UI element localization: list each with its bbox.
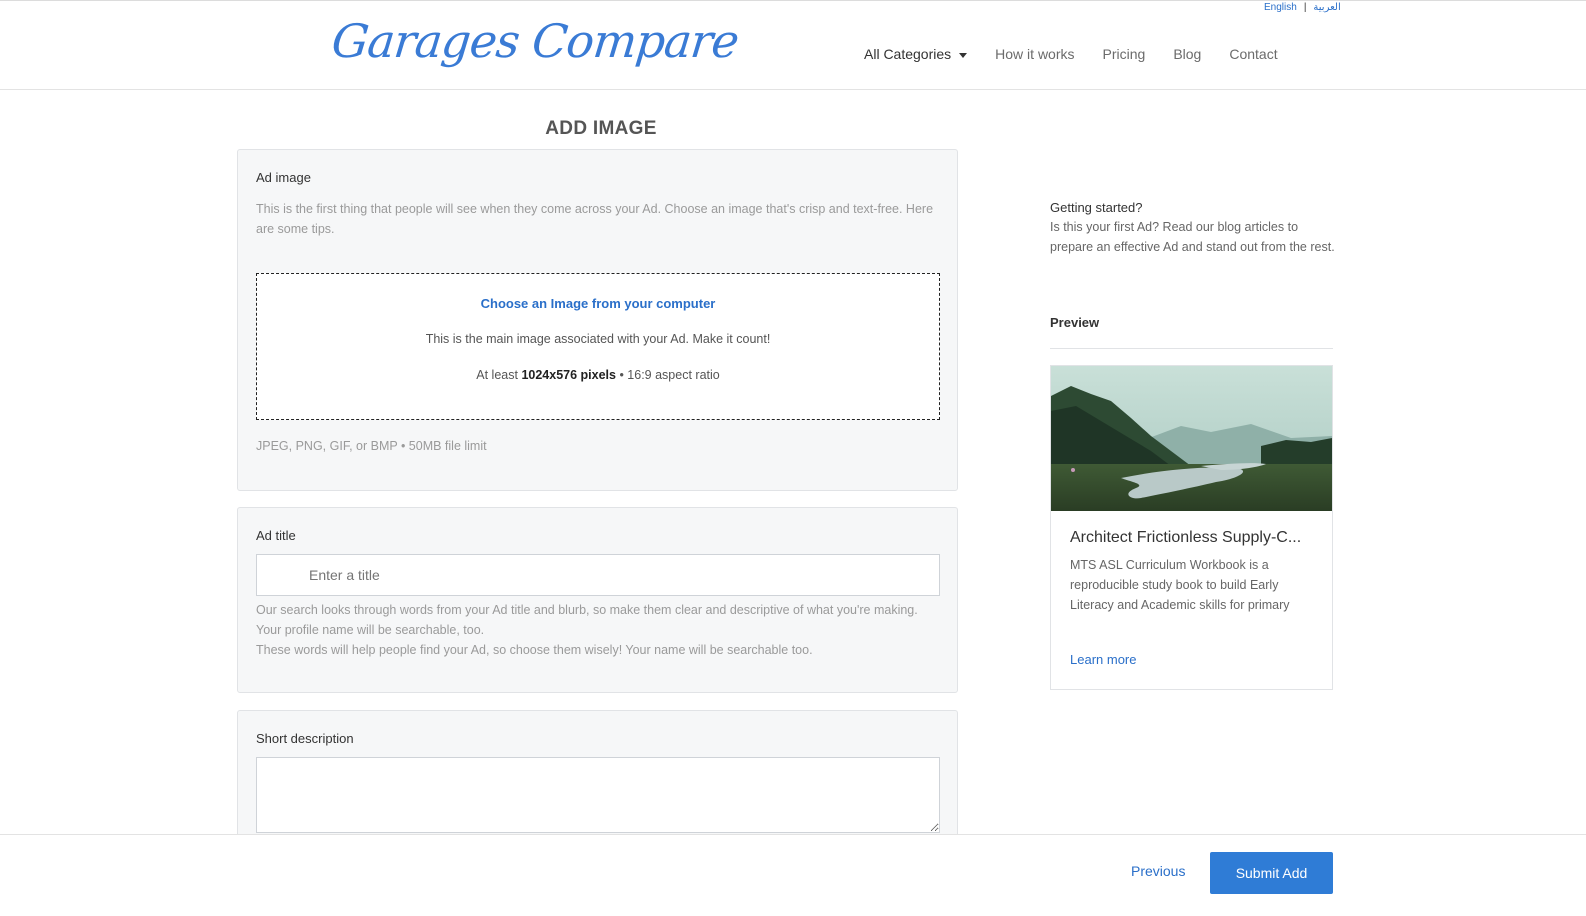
preview-divider — [1050, 348, 1333, 349]
ad-image-label: Ad image — [256, 170, 311, 185]
ad-image-card: Ad image This is the first thing that pe… — [237, 149, 958, 491]
lang-english[interactable]: English — [1264, 2, 1297, 13]
lang-separator: | — [1303, 2, 1307, 13]
site-header: Garages Compare All Categories How it wo… — [0, 0, 1586, 90]
short-description-label: Short description — [256, 731, 354, 746]
preview-card-title: Architect Frictionless Supply-C... — [1070, 529, 1302, 546]
file-limit-text: JPEG, PNG, GIF, or BMP • 50MB file limit — [256, 439, 487, 453]
nav-pricing[interactable]: Pricing — [1103, 46, 1146, 62]
ad-image-help: This is the first thing that people will… — [256, 202, 934, 236]
nav-all-categories[interactable]: All Categories — [864, 46, 968, 62]
nav-how-it-works[interactable]: How it works — [995, 46, 1074, 62]
preview-label: Preview — [1050, 315, 1100, 330]
preview-image — [1051, 366, 1332, 511]
lang-arabic[interactable]: العربية — [1313, 2, 1340, 13]
form-footer: Previous Submit Add — [0, 834, 1586, 916]
dropzone-main-text: This is the main image associated with y… — [425, 332, 771, 346]
page-title: ADD IMAGE — [545, 118, 657, 139]
short-description-input[interactable] — [256, 757, 940, 833]
site-logo[interactable]: Garages Compare — [329, 14, 741, 68]
ad-title-label: Ad title — [256, 528, 296, 543]
dropzone-size-text: At least 1024x576 pixels • 16:9 aspect r… — [257, 368, 939, 382]
size-prefix: At least — [476, 368, 518, 382]
preview-card-desc: MTS ASL Curriculum Workbook is a reprodu… — [1070, 558, 1290, 612]
getting-started-text: Is this your first Ad? Read our blog art… — [1050, 220, 1335, 254]
choose-image-link[interactable]: Choose an Image from your computer — [257, 296, 939, 311]
learn-more-link[interactable]: Learn more — [1070, 652, 1136, 667]
size-suffix: • 16:9 aspect ratio — [619, 368, 720, 382]
size-value: 1024x576 pixels — [521, 368, 616, 382]
main-nav: All Categories How it works Pricing Blog… — [864, 46, 1306, 62]
getting-started-title: Getting started? — [1050, 200, 1143, 215]
nav-contact[interactable]: Contact — [1229, 46, 1277, 62]
caret-down-icon — [959, 52, 968, 58]
ad-title-input[interactable] — [256, 554, 940, 596]
nav-all-categories-label: All Categories — [864, 46, 952, 62]
submit-button[interactable]: Submit Add — [1210, 852, 1333, 894]
nav-blog[interactable]: Blog — [1173, 46, 1201, 62]
language-switcher: English | العربية — [1264, 2, 1341, 13]
ad-title-card: Ad title Our search looks through words … — [237, 507, 958, 693]
ad-title-help-2: These words will help people find your A… — [256, 643, 813, 657]
image-dropzone[interactable]: Choose an Image from your computer This … — [256, 273, 940, 420]
ad-title-help: Our search looks through words from your… — [256, 600, 936, 660]
getting-started: Getting started? Is this your first Ad? … — [1050, 200, 1335, 257]
ad-title-help-1: Our search looks through words from your… — [256, 603, 918, 637]
preview-card: Architect Frictionless Supply-C... MTS A… — [1050, 365, 1333, 690]
previous-button[interactable]: Previous — [1131, 863, 1185, 879]
